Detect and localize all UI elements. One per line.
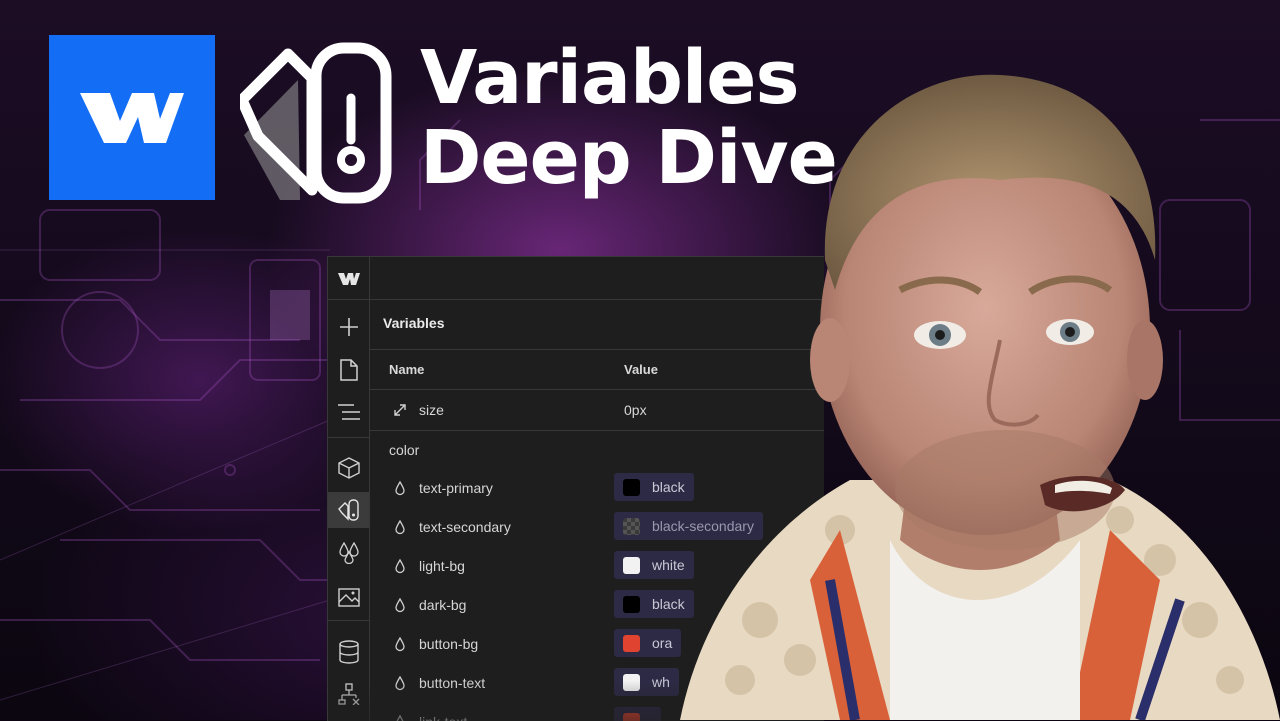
variable-name: text-primary [419,480,493,496]
webflow-logo [49,35,215,200]
webflow-menu-button[interactable] [328,261,369,297]
styles-icon [338,542,360,564]
color-drop-icon [392,636,408,652]
add-icon [339,317,359,337]
presenter-photo [640,60,1280,720]
navigator-icon [338,404,360,420]
add-panel-button[interactable] [328,309,369,345]
pages-panel-button[interactable] [328,352,369,388]
color-drop-icon [392,597,408,613]
color-swatch [623,557,640,574]
rail-divider [328,620,369,621]
webflow-logo-icon [80,85,184,151]
color-swatch [623,479,640,496]
color-swatch [623,596,640,613]
variables-panel-button[interactable] [328,492,369,528]
column-header-name[interactable]: Name [389,362,424,377]
variables-icon [338,499,360,521]
color-drop-icon [392,519,408,535]
variable-name: light-bg [419,558,465,574]
variable-name: button-bg [419,636,478,652]
webflow-logo-icon [338,272,360,286]
group-label-color: color [389,442,419,458]
cms-panel-button[interactable] [328,634,369,670]
size-icon [392,402,408,418]
color-drop-icon [392,480,408,496]
cms-icon [339,640,359,664]
variable-name: dark-bg [419,597,466,613]
variables-glyph-icon [240,40,400,205]
rail-divider [328,299,369,300]
navigator-panel-button[interactable] [328,394,369,430]
styles-panel-button[interactable] [328,535,369,571]
variable-name: text-secondary [419,519,511,535]
components-panel-button[interactable] [328,450,369,486]
panel-heading: Variables [383,315,445,331]
assets-icon [338,585,360,607]
assets-panel-button[interactable] [328,578,369,614]
variable-name: size [419,402,444,418]
color-swatch [623,518,640,535]
page-icon [340,359,358,381]
rail-divider [328,437,369,438]
color-drop-icon [392,558,408,574]
components-icon [338,457,360,479]
left-rail [328,257,370,721]
color-swatch [623,635,640,652]
